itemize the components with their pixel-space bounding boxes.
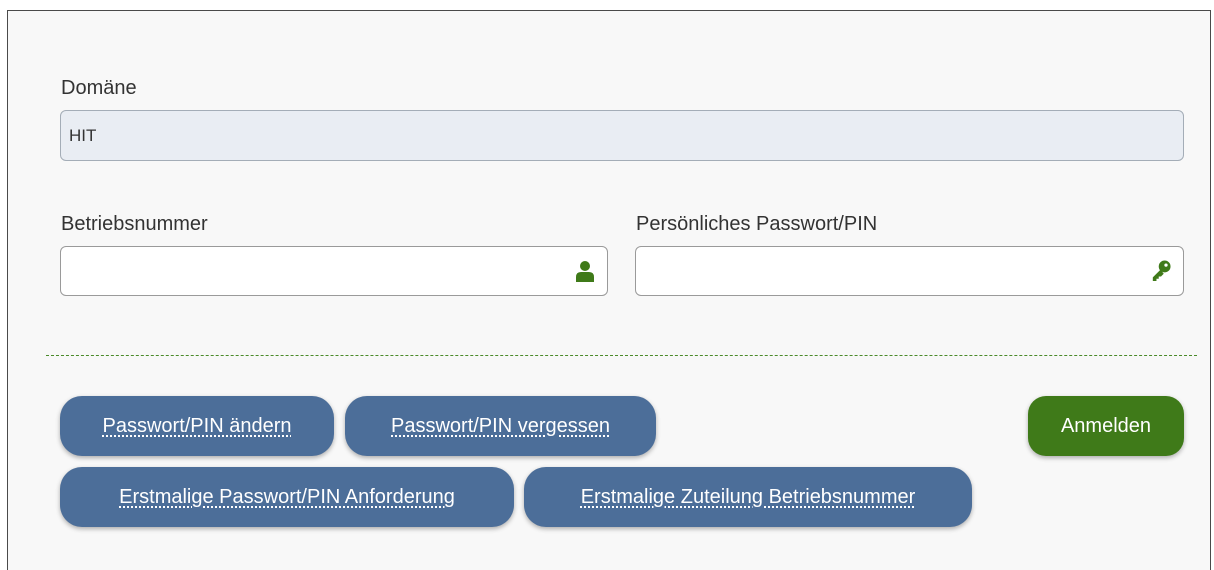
password-label: Persönliches Passwort/PIN (636, 213, 878, 235)
request-pin-button[interactable]: Erstmalige Passwort/PIN Anforderung (60, 467, 514, 527)
login-label: Anmelden (1060, 414, 1152, 437)
change-pin-label: Passwort/PIN ändern (102, 414, 292, 437)
user-icon (575, 259, 595, 283)
key-icon (1151, 259, 1171, 283)
forgot-pin-button[interactable]: Passwort/PIN vergessen (345, 396, 656, 456)
password-input[interactable] (635, 246, 1184, 296)
assign-number-label: Erstmalige Zuteilung Betriebsnummer (580, 485, 916, 508)
operation-number-label: Betriebsnummer (61, 213, 208, 235)
login-button[interactable]: Anmelden (1028, 396, 1184, 456)
domain-value: HIT (69, 125, 97, 145)
request-pin-label: Erstmalige Passwort/PIN Anforderung (119, 485, 455, 508)
assign-number-button[interactable]: Erstmalige Zuteilung Betriebsnummer (524, 467, 972, 527)
change-pin-button[interactable]: Passwort/PIN ändern (60, 396, 334, 456)
forgot-pin-label: Passwort/PIN vergessen (391, 414, 610, 437)
domain-field: HIT (60, 110, 1184, 161)
operation-number-input[interactable] (60, 246, 608, 296)
section-divider (46, 355, 1197, 356)
domain-label: Domäne (61, 77, 137, 99)
